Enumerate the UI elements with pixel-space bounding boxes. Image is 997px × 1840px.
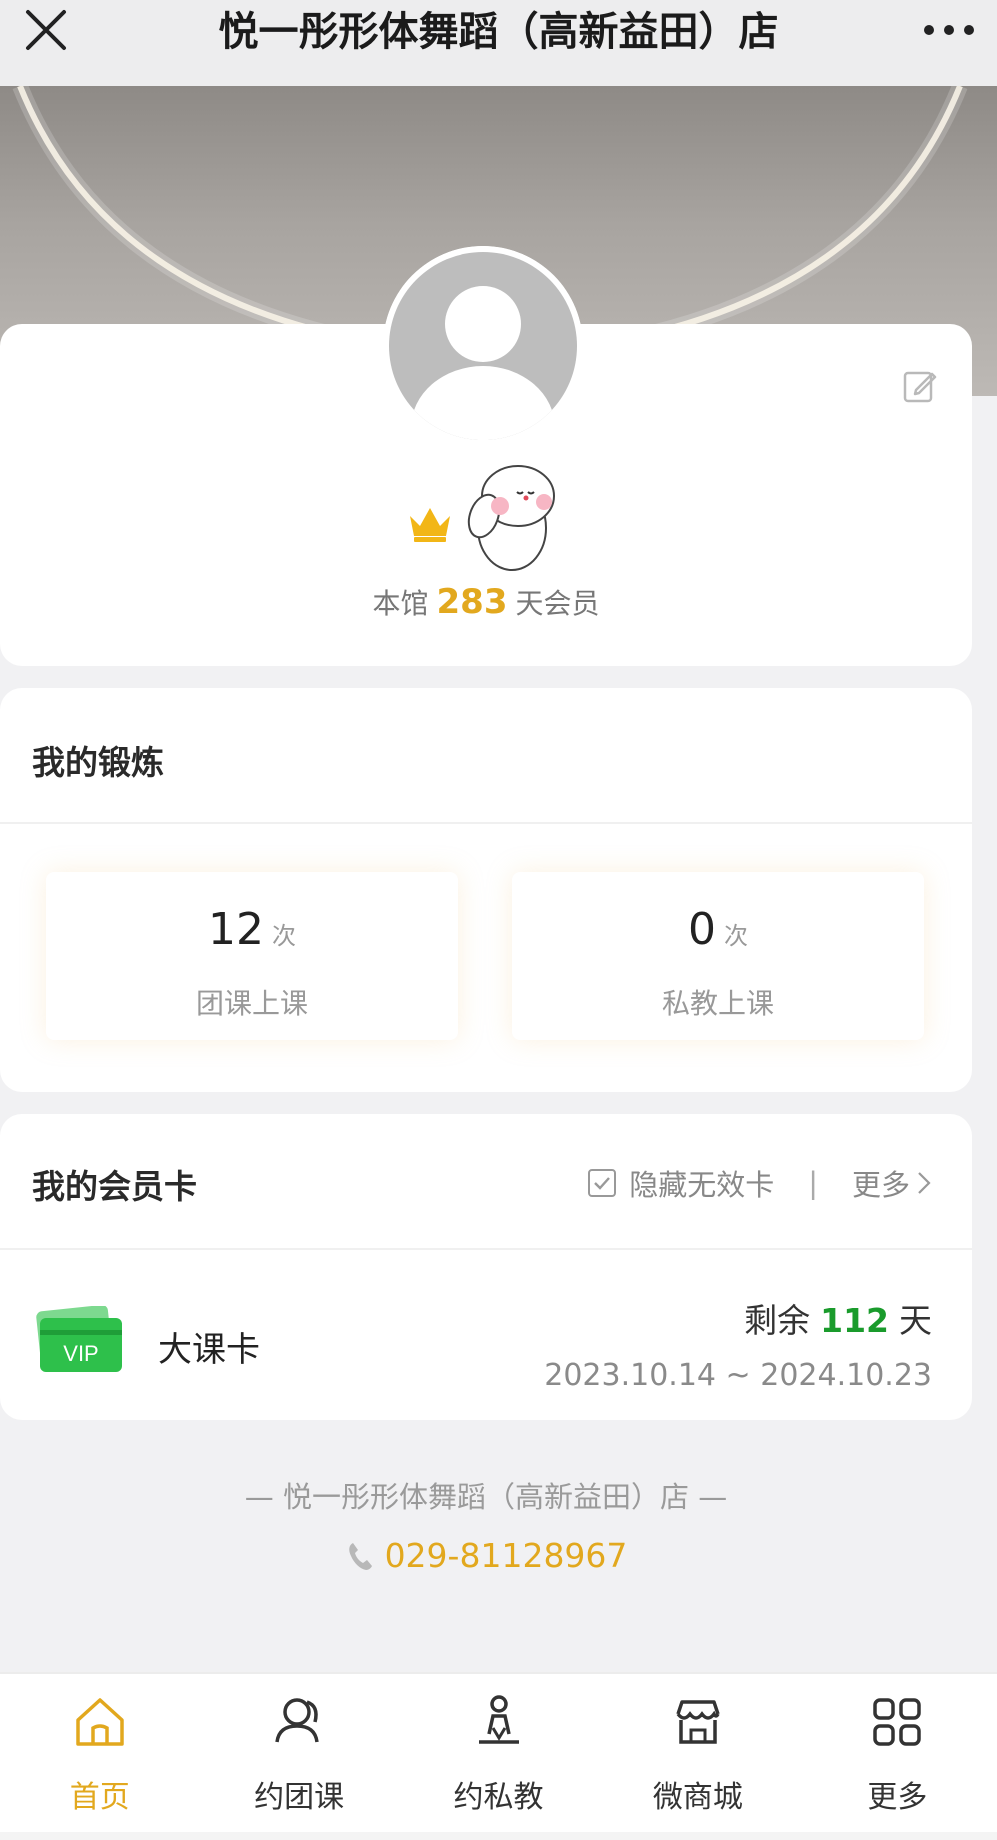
membership-tools: 隐藏无效卡 | 更多: [587, 1162, 932, 1204]
stat-unit: 次: [724, 922, 748, 950]
crown-icon: [410, 508, 450, 542]
section-divider: [0, 1248, 972, 1250]
stat-group-class[interactable]: 12 次 团课上课: [46, 872, 458, 1040]
stat-value-line: 12 次: [46, 904, 458, 955]
phone-number: 029-81128967: [384, 1536, 628, 1575]
remain-days-count: 112: [820, 1301, 889, 1340]
tab-shop[interactable]: 微商城: [598, 1674, 797, 1834]
exercise-section: 我的锻炼 12 次 团课上课 0次 私教上课: [0, 688, 972, 1092]
stat-private-class[interactable]: 0次 私教上课: [512, 872, 924, 1040]
avatar-placeholder-icon[interactable]: [383, 246, 583, 446]
stat-unit: 次: [272, 922, 296, 950]
tools-separator: |: [808, 1166, 818, 1200]
phone-icon: [348, 1542, 372, 1570]
edit-icon[interactable]: [902, 368, 938, 404]
tab-label: 约团课: [254, 1780, 345, 1815]
vip-card-icon: VIP: [36, 1306, 122, 1372]
hide-invalid-label[interactable]: 隐藏无效卡: [629, 1162, 774, 1204]
top-nav-bar: 悦一彤形体舞蹈（高新益田）店: [0, 0, 997, 86]
svg-text:VIP: VIP: [63, 1341, 98, 1366]
shop-icon: [676, 1700, 720, 1744]
member-days-suffix: 天会员: [515, 587, 600, 620]
bottom-tab-bar: 首页 约团课 约私教 微商城 更多: [0, 1672, 997, 1834]
chevron-right-icon: [918, 1172, 931, 1194]
tab-private-coach[interactable]: 约私教: [399, 1674, 598, 1834]
tab-label: 更多: [867, 1780, 928, 1815]
tab-label: 首页: [69, 1780, 130, 1815]
member-days-count: 283: [436, 582, 508, 622]
page-title: 悦一彤形体舞蹈（高新益田）店: [218, 9, 779, 55]
tab-label: 微商城: [652, 1780, 743, 1815]
stat-value-line: 0次: [512, 904, 924, 955]
store-name-footer: — 悦一彤形体舞蹈（高新益田）店 —: [244, 1480, 728, 1514]
stat-label: 团课上课: [195, 987, 308, 1020]
more-cards-label: 更多: [851, 1168, 910, 1202]
more-cards-link[interactable]: 更多: [852, 1162, 932, 1204]
tab-label: 约私教: [453, 1780, 544, 1815]
remain-prefix: 剩余: [744, 1301, 811, 1340]
stat-value: 0: [688, 904, 716, 955]
remaining-days: 剩余 112 天: [744, 1294, 932, 1342]
card-name[interactable]: 大课卡: [158, 1322, 260, 1371]
card-validity-period: 2023.10.14 ~ 2024.10.23: [544, 1358, 932, 1393]
member-days-prefix: 本馆: [372, 587, 429, 620]
membership-title: 我的会员卡: [32, 1167, 197, 1206]
more-dots-icon[interactable]: [923, 18, 975, 42]
exercise-title: 我的锻炼: [32, 743, 164, 782]
checkbox-icon[interactable]: [587, 1168, 617, 1198]
tab-home[interactable]: 首页: [0, 1674, 199, 1834]
close-icon[interactable]: [22, 6, 70, 54]
stat-value: 12: [208, 904, 264, 955]
bottom-edge: [0, 1832, 997, 1840]
home-icon: [75, 1698, 124, 1746]
membership-section: 我的会员卡 隐藏无效卡 | 更多 VIP 大课卡 剩余 112 天 2023.10.…: [0, 1114, 972, 1420]
group-class-icon: [275, 1698, 319, 1743]
tab-more[interactable]: 更多: [798, 1674, 997, 1834]
tab-group-class[interactable]: 约团课: [199, 1674, 398, 1834]
store-phone[interactable]: 029-81128967: [0, 1536, 972, 1575]
grid-icon: [873, 1698, 922, 1746]
bunny-sticker-icon: [467, 465, 555, 571]
private-coach-icon: [478, 1695, 519, 1744]
stat-label: 私教上课: [661, 987, 774, 1020]
section-divider: [0, 822, 972, 824]
remain-suffix: 天: [899, 1301, 932, 1340]
member-days-line: 本馆 283 天会员: [0, 582, 972, 622]
